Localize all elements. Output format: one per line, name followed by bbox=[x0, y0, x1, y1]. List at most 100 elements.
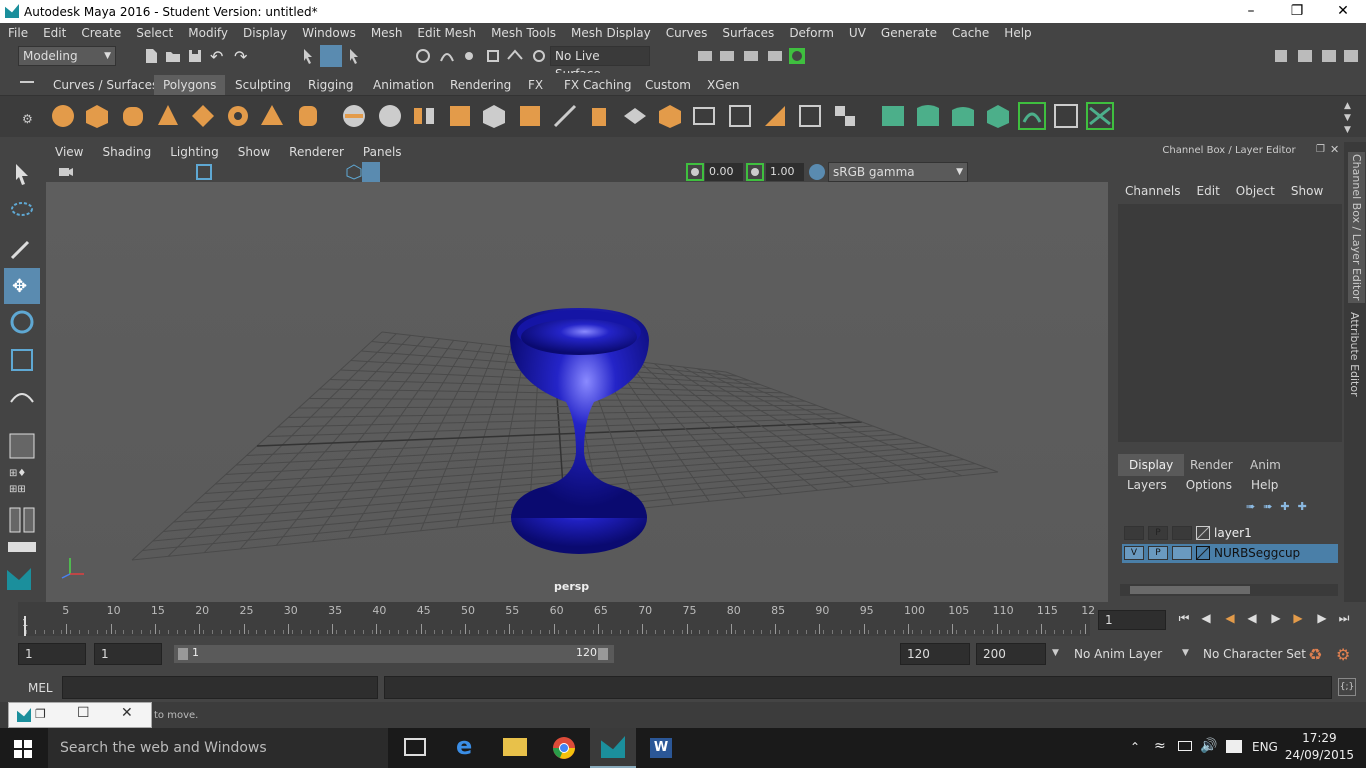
vp-menu-panels[interactable]: Panels bbox=[354, 145, 412, 159]
tab-rendering[interactable]: Rendering bbox=[441, 75, 520, 95]
menu-mesh[interactable]: Mesh bbox=[363, 26, 410, 40]
uv-editor-icon[interactable] bbox=[1052, 102, 1080, 130]
tab-polygons[interactable]: Polygons bbox=[154, 75, 226, 95]
ipr-render-icon[interactable] bbox=[742, 47, 760, 65]
menu-curves[interactable]: Curves bbox=[658, 26, 715, 40]
tab-animation[interactable]: Animation bbox=[364, 75, 443, 95]
menu-cache[interactable]: Cache bbox=[944, 26, 996, 40]
rotate-tool-icon[interactable] bbox=[8, 308, 36, 336]
undo-icon[interactable]: ↶ bbox=[210, 47, 223, 66]
volume-icon[interactable]: 🔊 bbox=[1200, 738, 1217, 754]
multi-cut-icon[interactable] bbox=[761, 102, 789, 130]
snap-view-icon[interactable] bbox=[484, 47, 502, 65]
chrome-icon[interactable] bbox=[552, 736, 576, 760]
four-view-layout-icon[interactable]: ⊞♦ bbox=[9, 468, 26, 479]
perspective-viewport[interactable]: persp bbox=[46, 182, 1108, 602]
outliner-layout-icon[interactable]: ⊞⊞ bbox=[9, 484, 26, 495]
minimize-button[interactable]: – bbox=[1228, 0, 1274, 23]
live-surface-field[interactable]: No Live Surface bbox=[550, 46, 650, 81]
vp-menu-renderer[interactable]: Renderer bbox=[280, 145, 354, 159]
menu-create[interactable]: Create bbox=[73, 26, 128, 40]
color-space-dropdown[interactable]: sRGB gamma ▼ bbox=[828, 162, 968, 182]
grid-toggle-icon[interactable] bbox=[196, 164, 212, 180]
vp-menu-show[interactable]: Show bbox=[229, 145, 280, 159]
range-end-handle[interactable] bbox=[598, 648, 608, 660]
channel-box-toggle-icon[interactable] bbox=[1342, 47, 1360, 65]
play-forwards-icon[interactable]: ▶ bbox=[1268, 610, 1284, 626]
layer-menu-layers[interactable]: Layers bbox=[1116, 478, 1175, 496]
render-frame-icon[interactable] bbox=[718, 47, 736, 65]
layer-name[interactable]: NURBSeggcup bbox=[1214, 546, 1300, 560]
sew-uv-icon[interactable] bbox=[1086, 102, 1114, 130]
menu-help[interactable]: Help bbox=[996, 26, 1038, 40]
tool-settings-toggle-icon[interactable] bbox=[1320, 47, 1338, 65]
menu-generate[interactable]: Generate bbox=[873, 26, 944, 40]
snap-curve-icon[interactable] bbox=[438, 47, 456, 65]
maya-home-icon[interactable] bbox=[5, 564, 33, 592]
chevron-down-icon[interactable]: ▼ bbox=[1182, 648, 1189, 658]
character-set-dropdown[interactable]: No Character Set bbox=[1203, 647, 1306, 661]
reduce-icon[interactable] bbox=[480, 102, 508, 130]
paint-select-tool-icon[interactable] bbox=[8, 234, 36, 262]
gamma-field[interactable]: 1.00 bbox=[766, 163, 804, 181]
poly-pipe-icon[interactable] bbox=[294, 102, 322, 130]
tab-sculpting[interactable]: Sculpting bbox=[226, 75, 300, 95]
layer-visibility-toggle[interactable] bbox=[1124, 526, 1144, 540]
shelf-menu-icon[interactable] bbox=[20, 81, 34, 83]
step-forward-key-icon[interactable]: ▶ bbox=[1290, 610, 1306, 626]
poly-pyramid-icon[interactable] bbox=[258, 102, 286, 130]
camera-icon[interactable] bbox=[58, 164, 74, 180]
shelf-settings-icon[interactable]: ⚙ bbox=[22, 112, 33, 126]
restore-icon[interactable]: ❐ bbox=[35, 707, 46, 721]
select-components-icon[interactable] bbox=[346, 47, 364, 65]
menu-mesh-display[interactable]: Mesh Display bbox=[563, 26, 658, 40]
poly-torus-icon[interactable] bbox=[224, 102, 252, 130]
float-panel-icon[interactable]: ❐ bbox=[1316, 144, 1325, 155]
layer-menu-options[interactable]: Options bbox=[1175, 478, 1240, 496]
last-tool-icon[interactable] bbox=[8, 382, 36, 410]
time-ruler[interactable]: 1 5 10 15 20 25 30 35 40 45 50 55 60 65 70 75 80 85 90 95 1… bbox=[18, 602, 1095, 636]
current-frame-field[interactable]: 1 bbox=[1098, 610, 1166, 630]
poly-sphere-icon[interactable] bbox=[49, 102, 77, 130]
layer-color-swatch[interactable] bbox=[1196, 546, 1210, 560]
task-view-icon[interactable] bbox=[404, 738, 426, 756]
select-objects-mode-button[interactable] bbox=[320, 45, 342, 67]
tab-custom[interactable]: Custom bbox=[636, 75, 700, 95]
attribute-editor-toggle-icon[interactable] bbox=[1296, 47, 1314, 65]
tab-curves-surfaces[interactable]: Curves / Surfaces bbox=[44, 75, 167, 95]
poly-cube-icon[interactable] bbox=[83, 102, 111, 130]
wireframe-icon[interactable] bbox=[346, 164, 362, 180]
menu-modify[interactable]: Modify bbox=[180, 26, 235, 40]
range-start-handle[interactable] bbox=[178, 648, 188, 660]
tab-anim[interactable]: Anim bbox=[1239, 454, 1292, 476]
menu-display[interactable]: Display bbox=[235, 26, 294, 40]
menu-deform[interactable]: Deform bbox=[781, 26, 841, 40]
save-scene-icon[interactable] bbox=[186, 47, 204, 65]
menu-file[interactable]: File bbox=[0, 26, 35, 40]
gamma-icon[interactable] bbox=[746, 163, 764, 181]
persp-outliner-layout-icon[interactable] bbox=[8, 506, 36, 534]
layer-playback-toggle[interactable]: P bbox=[1148, 546, 1168, 560]
layer-playback-toggle[interactable]: P bbox=[1148, 526, 1168, 540]
cylindrical-uv-icon[interactable] bbox=[914, 102, 942, 130]
restore-button[interactable]: ❐ bbox=[1274, 0, 1320, 23]
render-settings-icon[interactable] bbox=[696, 47, 714, 65]
cut-uv-icon[interactable] bbox=[1018, 102, 1046, 130]
layer-row[interactable]: V P NURBSeggcup bbox=[1122, 544, 1338, 563]
snap-point-icon[interactable] bbox=[460, 47, 478, 65]
select-tool-icon[interactable] bbox=[8, 160, 36, 188]
shelf-scroll-icon[interactable]: ▲ ▼ ▼ bbox=[1344, 100, 1351, 136]
color-management-icon[interactable] bbox=[808, 163, 826, 181]
poly-cone-icon[interactable] bbox=[154, 102, 182, 130]
script-editor-icon[interactable]: {;} bbox=[1338, 678, 1356, 696]
offset-edge-loop-icon[interactable] bbox=[726, 102, 754, 130]
menu-uv[interactable]: UV bbox=[841, 26, 873, 40]
spherical-uv-icon[interactable] bbox=[949, 102, 977, 130]
show-hidden-icons[interactable]: ⌃ bbox=[1130, 740, 1140, 754]
input-language[interactable]: ENG bbox=[1252, 740, 1278, 754]
cb-menu-object[interactable]: Object bbox=[1227, 184, 1282, 202]
playback-start-field[interactable]: 1 bbox=[94, 643, 162, 665]
range-bar[interactable]: 1 120 bbox=[174, 645, 614, 663]
target-weld-icon[interactable] bbox=[796, 102, 824, 130]
animation-end-field[interactable]: 200 bbox=[976, 643, 1046, 665]
